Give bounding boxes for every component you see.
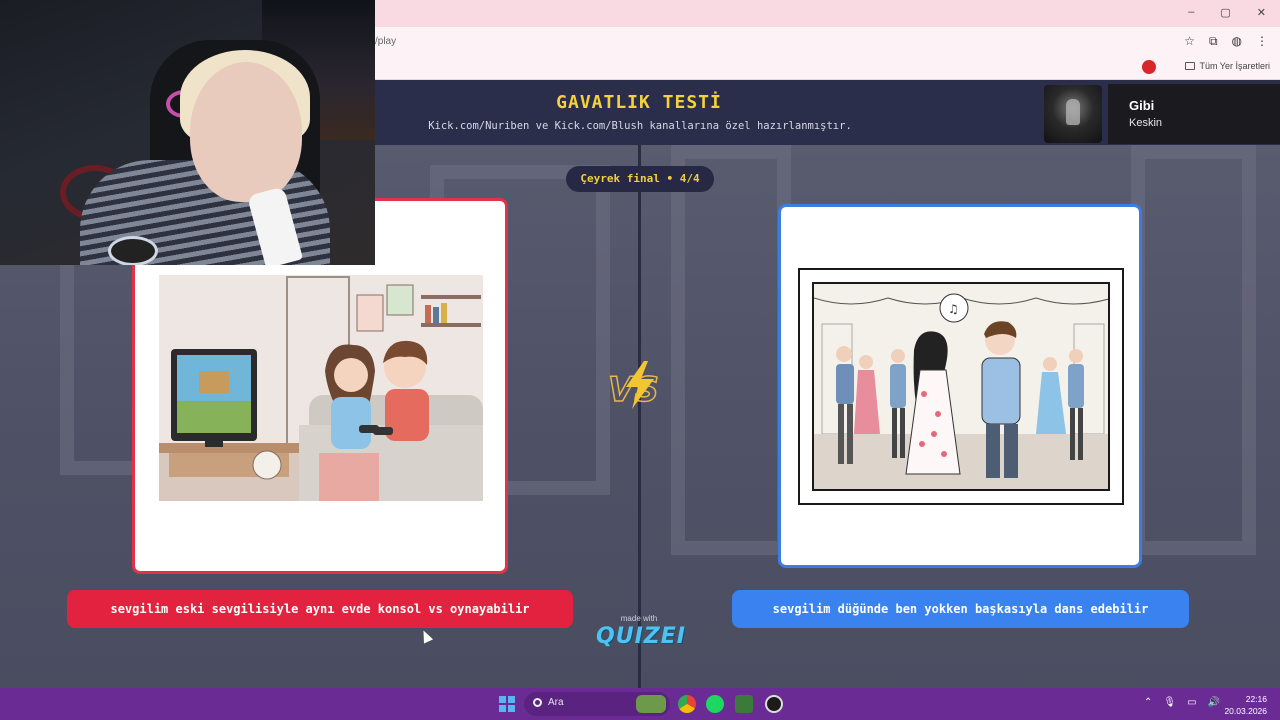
round-badge: Çeyrek final • 4/4: [566, 166, 714, 192]
streamer-face: [190, 62, 302, 202]
network-icon[interactable]: ▭: [1187, 697, 1196, 708]
url-field[interactable]: /play: [375, 36, 396, 47]
made-with-badge[interactable]: made with QUIZEI: [596, 614, 686, 649]
search-icon: [533, 698, 542, 707]
made-with-label: made with: [620, 614, 658, 623]
page-subtitle: Kick.com/Nuriben ve Kick.com/Blush kanal…: [428, 120, 852, 132]
song-info: Gibi Keskin: [1108, 84, 1280, 144]
album-figure: [1066, 99, 1080, 125]
clock-date: 20.03.2026: [1224, 706, 1267, 716]
ring-light: [108, 236, 158, 265]
microphone-icon[interactable]: 🎙: [1163, 697, 1176, 708]
maximize-button[interactable]: ▢: [1220, 6, 1230, 19]
option-image-left: [159, 275, 483, 501]
menu-icon[interactable]: ⋮: [1256, 34, 1268, 49]
address-bar-icons: ☆ ⧉ ◍ ⋮: [1184, 34, 1268, 49]
versus-badge: VS: [604, 357, 674, 413]
windows-start-icon[interactable]: [499, 696, 515, 712]
option-button-left[interactable]: sevgilim eski sevgilisiyle aynı evde kon…: [67, 590, 573, 628]
search-placeholder: Ara: [548, 697, 564, 708]
song-title: Gibi: [1129, 98, 1155, 113]
svg-text:♫: ♫: [948, 302, 959, 316]
title-text: GAVATLIK TESTİ: [556, 92, 722, 113]
lightning-vs-icon: VS: [607, 361, 660, 411]
windows-taskbar: Ara ⌃ 🎙 ▭ 🔊 22:16 20.03.2026: [0, 688, 1280, 720]
gaming-couple-illustration: [159, 275, 483, 501]
webcam-overlay: [0, 0, 375, 265]
chevron-up-icon[interactable]: ⌃: [1144, 697, 1152, 708]
extension-icon[interactable]: [1142, 60, 1156, 74]
window-controls: – ▢ ✕: [1188, 6, 1266, 19]
search-highlight-image: [636, 695, 666, 713]
all-bookmarks-folder[interactable]: Tüm Yer İşaretleri: [1185, 61, 1270, 71]
close-button[interactable]: ✕: [1257, 6, 1266, 19]
now-playing-widget: Gibi Keskin: [1042, 84, 1280, 144]
right-blur-frame: [671, 145, 791, 555]
option-card-right[interactable]: ♫: [778, 204, 1142, 568]
system-tray: ⌃ 🎙 ▭ 🔊: [1144, 697, 1220, 708]
option-image-right: ♫: [798, 268, 1124, 505]
bookmark-star-icon[interactable]: ☆: [1184, 34, 1195, 49]
center-divider: [638, 145, 641, 688]
clock-time: 22:16: [1245, 694, 1267, 704]
chrome-icon[interactable]: [678, 695, 696, 713]
taskbar-search[interactable]: Ara: [524, 692, 670, 716]
volume-icon[interactable]: 🔊: [1208, 697, 1220, 708]
wedding-dance-illustration: ♫: [814, 284, 1108, 489]
all-bookmarks-label: Tüm Yer İşaretleri: [1199, 61, 1270, 71]
extensions-icon[interactable]: ⧉: [1209, 34, 1218, 49]
taskbar-clock[interactable]: 22:16 20.03.2026: [1224, 693, 1267, 717]
option-button-right[interactable]: sevgilim düğünde ben yokken başkasıyla d…: [732, 590, 1189, 628]
minimize-button[interactable]: –: [1188, 6, 1194, 19]
minecraft-icon[interactable]: [735, 695, 753, 713]
spotify-icon[interactable]: [706, 695, 724, 713]
song-artist: Keskin: [1129, 117, 1163, 129]
album-art: [1044, 85, 1102, 143]
obs-icon[interactable]: [765, 695, 783, 713]
right-blur-frame-2: [1131, 145, 1256, 555]
quizei-logo: QUIZEI: [596, 624, 686, 649]
image-inner-frame: ♫: [812, 282, 1110, 491]
profile-icon[interactable]: ◍: [1232, 34, 1242, 49]
folder-icon: [1185, 62, 1196, 70]
